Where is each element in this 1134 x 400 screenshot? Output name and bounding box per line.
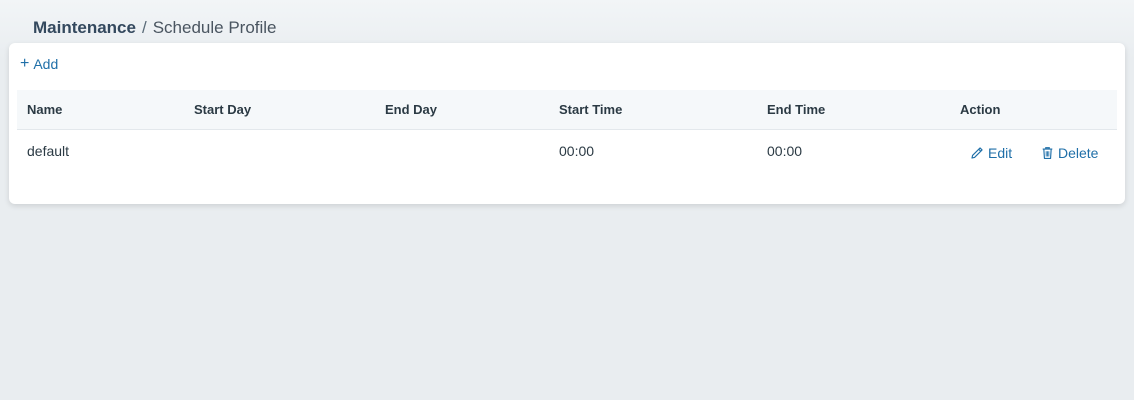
delete-button[interactable]: Delete: [1041, 145, 1098, 161]
breadcrumb-separator: /: [141, 18, 147, 37]
table-header: Name Start Day End Day Start Time End Ti…: [17, 90, 1117, 130]
add-button[interactable]: + Add: [20, 55, 59, 73]
schedule-profile-card: + Add Name Start Day End Day Start Time …: [9, 43, 1125, 204]
column-header-end-day: End Day: [385, 102, 438, 117]
cell-start-time: 00:00: [559, 143, 595, 159]
column-header-end-time: End Time: [767, 102, 826, 117]
column-header-start-day: Start Day: [194, 102, 252, 117]
cell-name: default: [27, 143, 70, 159]
column-header-name: Name: [27, 102, 63, 117]
delete-button-label: Delete: [1058, 145, 1099, 161]
schedule-profile-table: Name Start Day End Day Start Time End Ti…: [17, 90, 1117, 174]
pencil-icon: [971, 147, 983, 159]
column-header-start-time: Start Time: [559, 102, 623, 117]
plus-icon: +: [20, 55, 30, 72]
table-row: default 00:00 00:00 Edit Delete: [17, 130, 1117, 174]
breadcrumb-root[interactable]: Maintenance: [33, 18, 136, 37]
edit-button-label: Edit: [988, 145, 1013, 161]
column-header-action: Action: [960, 102, 1001, 117]
trash-icon: [1042, 147, 1053, 159]
cell-end-time: 00:00: [767, 143, 803, 159]
add-button-label: Add: [33, 56, 59, 72]
breadcrumb-current: Schedule Profile: [152, 18, 277, 37]
breadcrumb: Maintenance / Schedule Profile: [33, 17, 277, 39]
edit-button[interactable]: Edit: [970, 145, 1012, 161]
